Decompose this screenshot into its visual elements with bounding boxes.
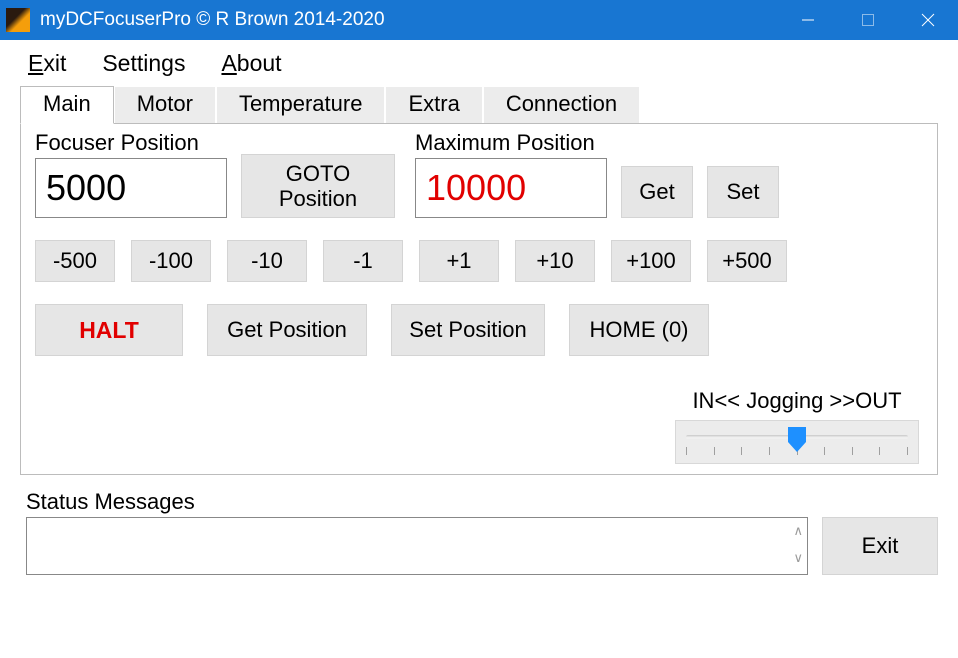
status-messages-box[interactable]: ∧ ∨: [26, 517, 808, 575]
step-minus-1-button[interactable]: -1: [323, 240, 403, 282]
get-max-button[interactable]: Get: [621, 166, 693, 218]
jogging-label: IN<< Jogging >>OUT: [675, 388, 919, 414]
home-button[interactable]: HOME (0): [569, 304, 709, 356]
exit-button[interactable]: Exit: [822, 517, 938, 575]
maximum-position-label: Maximum Position: [415, 130, 607, 156]
set-max-button[interactable]: Set: [707, 166, 779, 218]
slider-thumb-icon[interactable]: [788, 427, 806, 453]
goto-position-button[interactable]: GOTO Position: [241, 154, 395, 218]
scroll-up-icon[interactable]: ∧: [793, 524, 803, 537]
menu-exit[interactable]: Exit: [28, 50, 66, 77]
menu-about[interactable]: About: [221, 50, 281, 77]
app-icon: [6, 8, 30, 32]
focuser-position-label: Focuser Position: [35, 130, 227, 156]
tab-motor[interactable]: Motor: [114, 86, 216, 124]
maximize-button[interactable]: [838, 0, 898, 40]
title-bar: myDCFocuserPro © R Brown 2014-2020: [0, 0, 958, 40]
menu-settings[interactable]: Settings: [102, 50, 185, 77]
step-plus-500-button[interactable]: +500: [707, 240, 787, 282]
step-plus-10-button[interactable]: +10: [515, 240, 595, 282]
tab-main[interactable]: Main: [20, 86, 114, 124]
minimize-button[interactable]: [778, 0, 838, 40]
step-minus-100-button[interactable]: -100: [131, 240, 211, 282]
close-button[interactable]: [898, 0, 958, 40]
tab-panel-main: Focuser Position GOTO Position Maximum P…: [20, 123, 938, 475]
window-controls: [778, 0, 958, 40]
maximum-position-input[interactable]: [415, 158, 607, 218]
status-section: Status Messages ∧ ∨ Exit: [0, 475, 958, 575]
step-minus-500-button[interactable]: -500: [35, 240, 115, 282]
menu-bar: Exit Settings About: [0, 40, 958, 85]
tab-connection[interactable]: Connection: [483, 86, 640, 124]
step-plus-1-button[interactable]: +1: [419, 240, 499, 282]
scroll-down-icon[interactable]: ∨: [793, 551, 803, 564]
status-messages-label: Status Messages: [26, 489, 938, 515]
halt-button[interactable]: HALT: [35, 304, 183, 356]
tab-strip: Main Motor Temperature Extra Connection: [0, 85, 958, 123]
get-position-button[interactable]: Get Position: [207, 304, 367, 356]
scroll-arrows[interactable]: ∧ ∨: [793, 524, 803, 564]
window-title: myDCFocuserPro © R Brown 2014-2020: [40, 9, 778, 31]
jogging-block: IN<< Jogging >>OUT: [675, 388, 919, 464]
jogging-slider[interactable]: [675, 420, 919, 464]
set-position-button[interactable]: Set Position: [391, 304, 545, 356]
focuser-position-input[interactable]: [35, 158, 227, 218]
step-minus-10-button[interactable]: -10: [227, 240, 307, 282]
step-plus-100-button[interactable]: +100: [611, 240, 691, 282]
tab-temperature[interactable]: Temperature: [216, 86, 386, 124]
tab-extra[interactable]: Extra: [385, 86, 482, 124]
